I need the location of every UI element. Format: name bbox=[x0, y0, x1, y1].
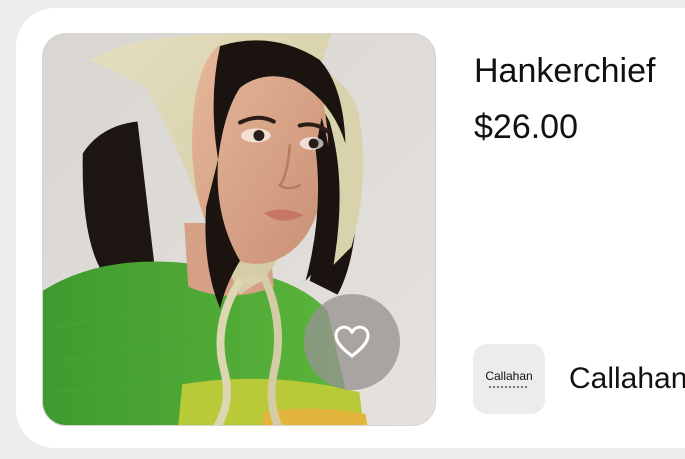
brand-logo-text: Callahan bbox=[485, 369, 533, 383]
heart-icon bbox=[334, 325, 370, 358]
brand-name-link[interactable]: Callahan bbox=[569, 364, 685, 394]
brand-logo-rule bbox=[489, 386, 529, 388]
product-page: Hankerchief $26.00 Callahan Callahan bbox=[0, 0, 685, 459]
product-title: Hankerchief bbox=[474, 52, 656, 90]
product-price: $26.00 bbox=[474, 108, 578, 146]
brand-logo[interactable]: Callahan bbox=[473, 344, 545, 414]
favorite-button[interactable] bbox=[304, 294, 400, 390]
